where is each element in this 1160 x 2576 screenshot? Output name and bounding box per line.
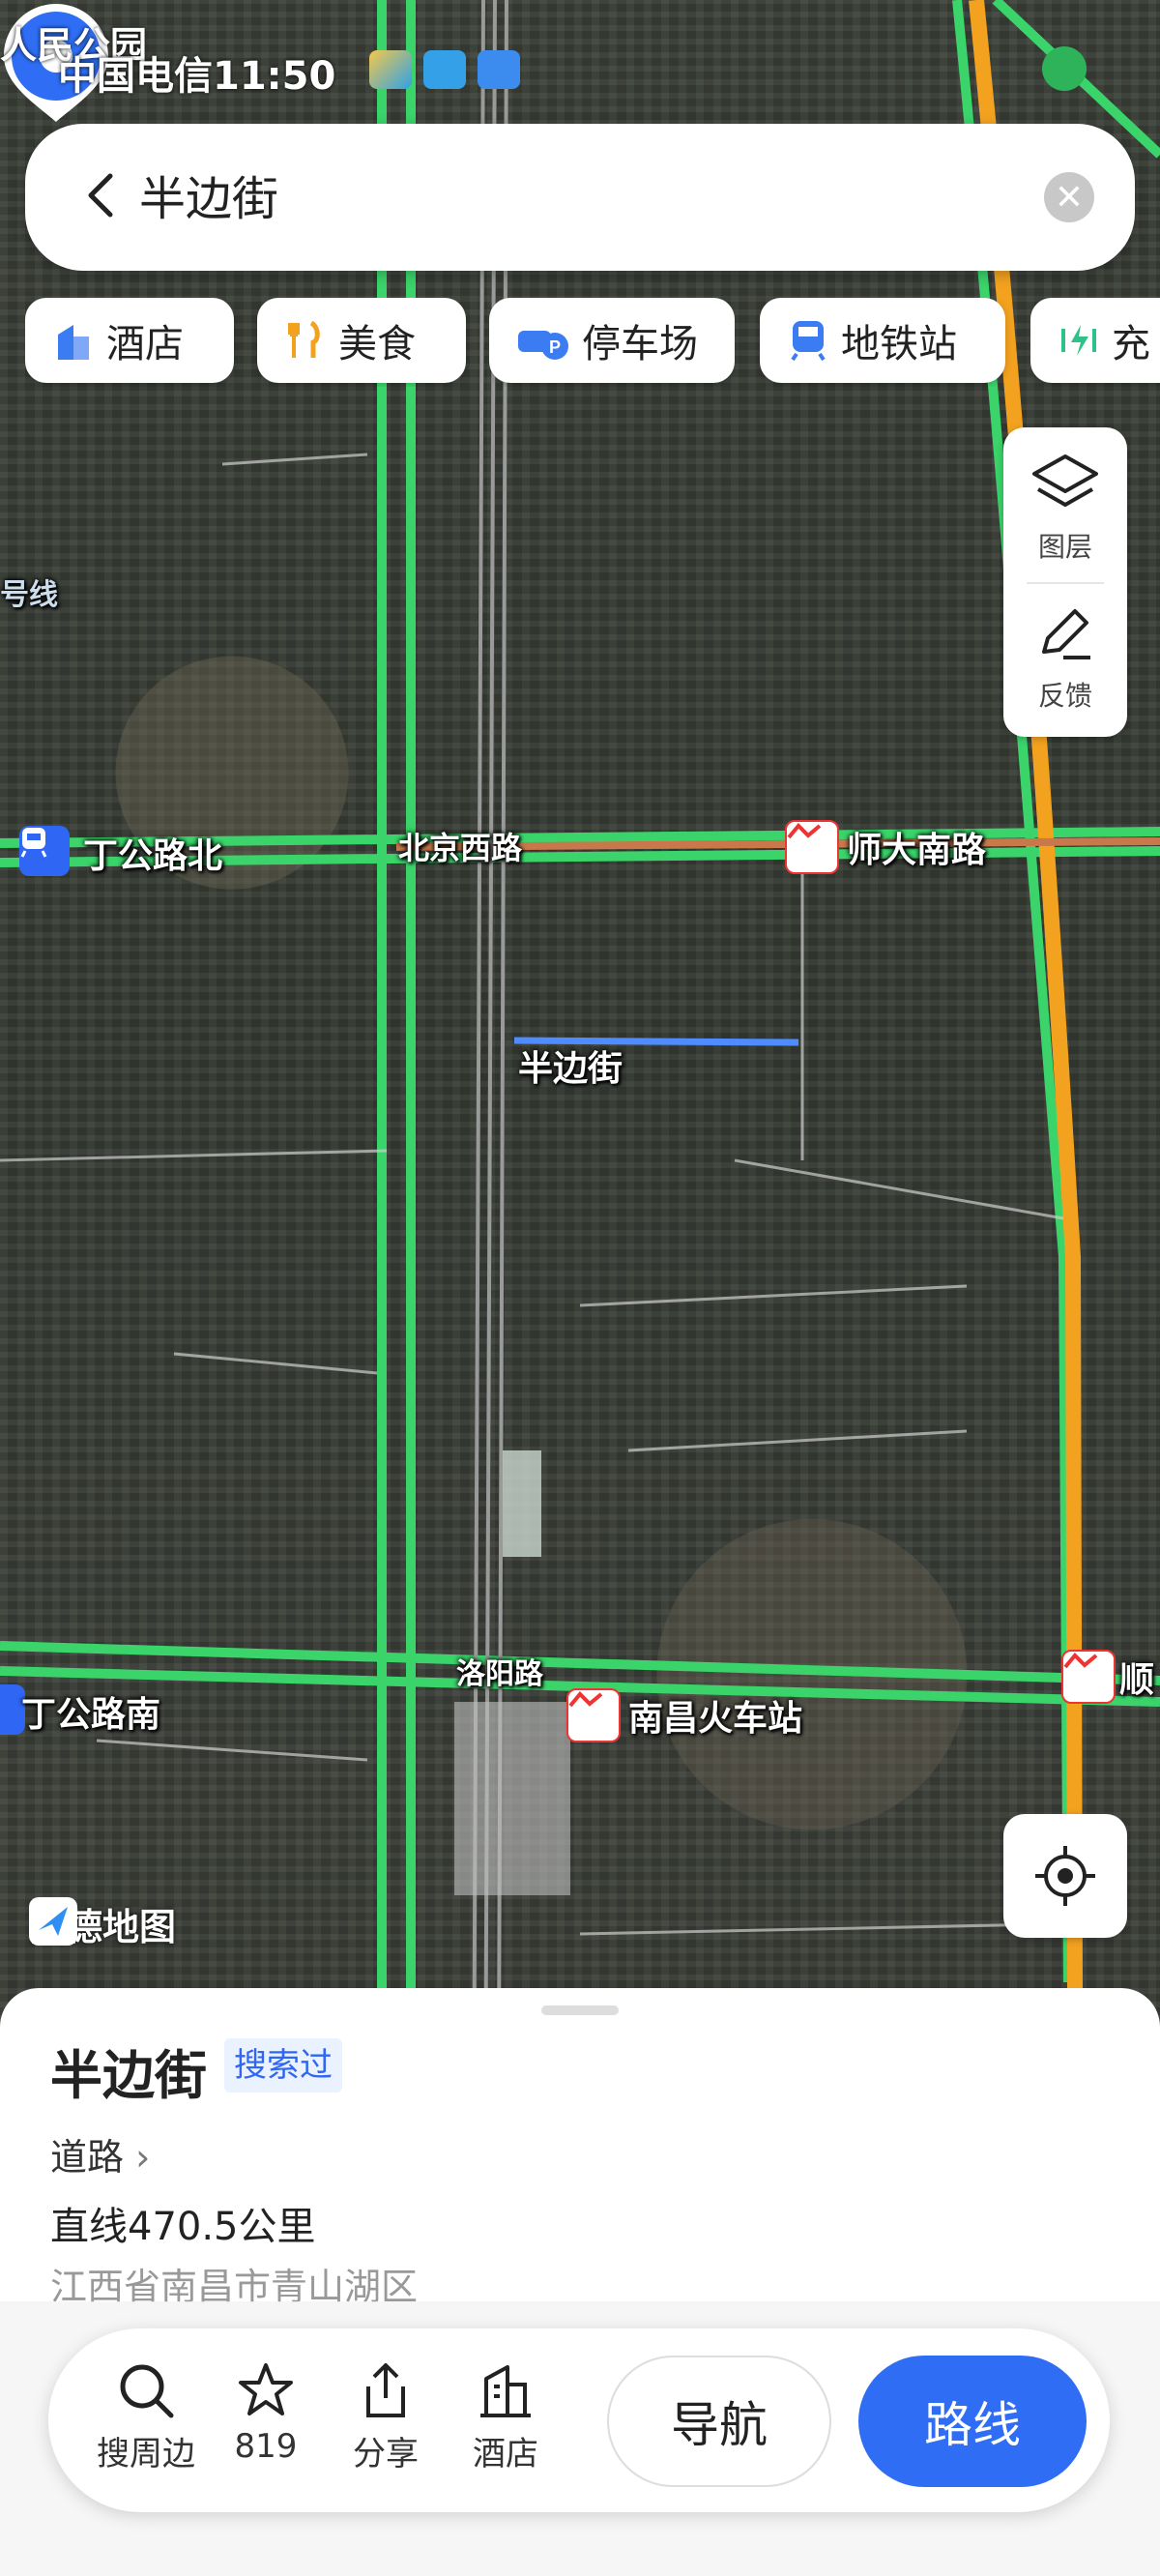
back-arrow-icon[interactable] [73,166,131,224]
chip-metro[interactable]: 地铁站 [760,298,1005,383]
share-button[interactable]: 分享 [333,2359,439,2474]
rail-station-icon[interactable] [785,820,839,874]
amap-logo-icon [29,1897,77,1946]
chip-parking-label: 停车场 [582,322,698,366]
layers-button[interactable]: 图层 [1003,449,1127,594]
locate-button[interactable] [1003,1814,1127,1938]
notification-icons [369,50,520,89]
layers-label: 图层 [1037,531,1092,563]
map-tools: 图层 反馈 [1003,427,1127,737]
rail-station-icon-nanchang[interactable] [566,1688,621,1742]
action-bar: 搜周边 819 分享 酒店 导航 路线 [48,2328,1110,2512]
share-label: 分享 [353,2435,419,2474]
rail-station-icon-east[interactable] [1061,1650,1116,1704]
microphone-icon[interactable] [1042,46,1087,91]
chip-food[interactable]: 美食 [257,298,466,383]
station-dinggong-north[interactable]: 丁公路北 [83,828,222,878]
chip-parking[interactable]: P 停车场 [489,298,735,383]
line-label: 号线 [0,578,58,612]
chip-charging-label: 充 [1112,322,1150,366]
feedback-pen-icon [1042,609,1090,659]
layers-icon [1032,454,1098,507]
search-nearby-label: 搜周边 [97,2435,195,2474]
chip-hotel[interactable]: 酒店 [25,298,234,383]
amap-logo: 高德地图 [29,1897,176,1950]
poi-name: 半边街 [50,2045,207,2106]
hotel-button[interactable]: 酒店 [452,2359,559,2474]
app-notification-icon [369,50,412,89]
metro-icon [787,317,829,364]
station-nanchang-railway[interactable]: 南昌火车站 [628,1690,802,1741]
svg-text:P: P [549,337,561,357]
searched-badge: 搜索过 [224,2038,342,2093]
poi-distance: 直线470.5公里 [50,2205,316,2249]
chat-notification-icon [478,50,520,89]
poi-category-link[interactable]: 道路 › [50,2127,150,2181]
chip-charging[interactable]: 充 [1030,298,1160,383]
chip-metro-label: 地铁站 [841,322,957,366]
chip-food-label: 美食 [338,322,416,366]
feedback-button[interactable]: 反馈 [1003,598,1127,743]
hotel-label: 酒店 [473,2435,538,2474]
pin-label: 半边街 [518,1049,624,1089]
hotel-icon [52,317,95,364]
tool-divider [1027,582,1104,584]
food-icon [284,317,327,364]
parking-icon: P [516,317,570,364]
station-shida-south[interactable]: 师大南路 [847,822,986,872]
favorite-count: 819 [234,2427,298,2466]
clear-icon[interactable]: ✕ [1044,172,1094,222]
chevron-right-icon: › [135,2136,151,2179]
book-notification-icon [423,50,466,89]
share-icon [366,2363,405,2417]
road-luoyang: 洛阳路 [456,1657,543,1691]
search-nearby-button[interactable]: 搜周边 [93,2359,199,2474]
carrier-time: 中国电信11:50 [58,54,336,99]
chip-hotel-label: 酒店 [106,322,184,366]
navigate-button[interactable]: 导航 [607,2356,831,2487]
sheet-handle[interactable] [541,2005,619,2015]
search-bar[interactable]: 半边街 ✕ [25,124,1135,271]
feedback-label: 反馈 [1037,680,1092,712]
search-icon [120,2364,174,2418]
metro-station-icon[interactable] [19,826,70,876]
poi-category: 道路 [50,2136,125,2179]
favorite-button[interactable]: 819 [213,2359,319,2466]
category-chips: 酒店 美食 P 停车场 地铁站 充 [25,298,1160,387]
route-button[interactable]: 路线 [858,2356,1087,2487]
status-bar: 人民公园 中国电信11:50 [0,0,1160,116]
station-shun[interactable]: 顺 [1119,1652,1154,1702]
star-icon [239,2363,293,2415]
road-beijing-west: 北京西路 [398,830,523,866]
search-query[interactable]: 半边街 [139,161,278,228]
locate-icon [1035,1846,1095,1906]
charging-icon [1058,317,1100,364]
station-dinggong-south[interactable]: 丁公路南 [21,1686,160,1737]
hotel-icon [480,2365,531,2417]
